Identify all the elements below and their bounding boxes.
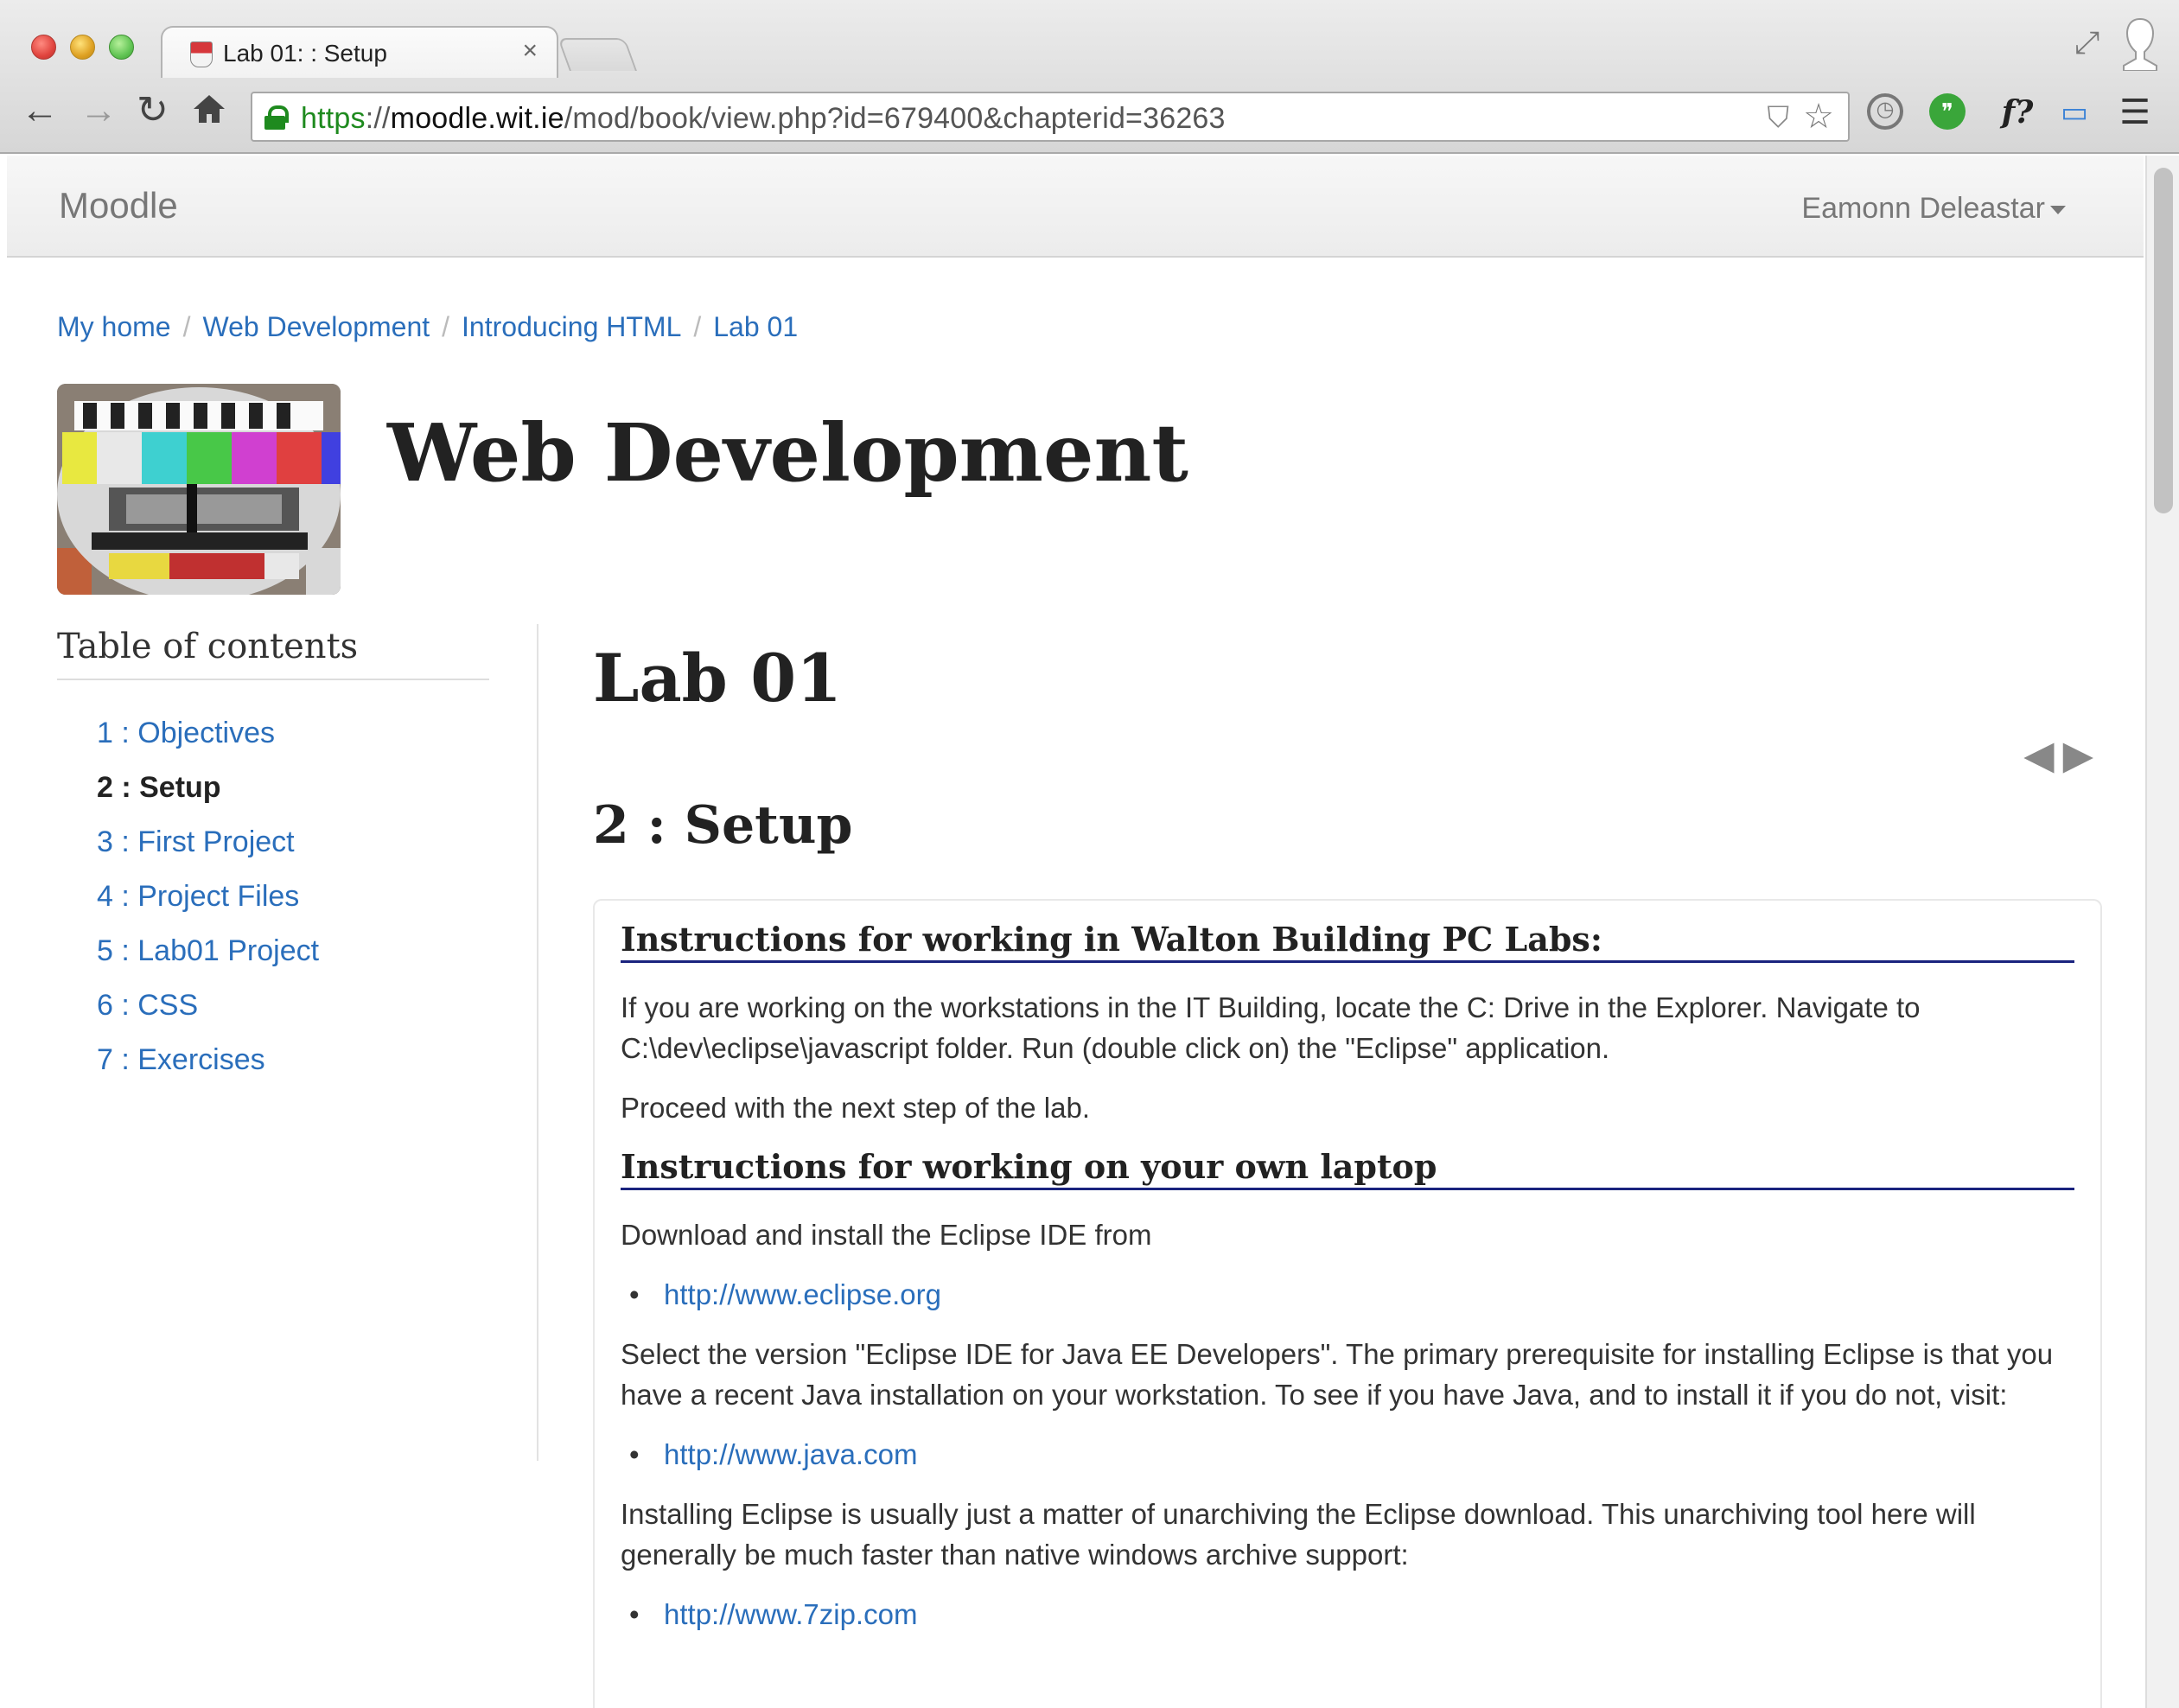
list-item: http://www.java.com — [621, 1434, 2074, 1475]
moodle-brand-link[interactable]: Moodle — [59, 185, 178, 226]
section-heading-laptop: Instructions for working on your own lap… — [621, 1147, 2074, 1190]
paragraph: Select the version "Eclipse IDE for Java… — [621, 1338, 2054, 1411]
toc-link-css[interactable]: 6 : CSS — [97, 989, 198, 1022]
minimize-window-button[interactable] — [70, 35, 95, 60]
table-of-contents-block: Table of contents 1 : Objectives 2 : Set… — [57, 627, 489, 1461]
breadcrumb-web-development[interactable]: Web Development — [202, 311, 430, 342]
next-chapter-arrow-icon[interactable]: ▶ — [2063, 732, 2102, 777]
browser-chrome: Lab 01: : Setup × ⤢ ← → ↻ https://moodle… — [0, 0, 2179, 154]
toc-link-objectives[interactable]: 1 : Objectives — [97, 717, 275, 749]
profile-avatar-icon[interactable] — [2117, 16, 2163, 71]
breadcrumb-introducing-html[interactable]: Introducing HTML — [462, 311, 681, 342]
user-menu-toggle[interactable]: Eamonn Deleastar — [1801, 192, 2066, 226]
breadcrumb-lab-01[interactable]: Lab 01 — [713, 311, 798, 342]
toc-link-lab01-project[interactable]: 5 : Lab01 Project — [97, 934, 319, 967]
paragraph: Download and install the Eclipse IDE fro… — [621, 1219, 1152, 1251]
cast-extension-icon[interactable]: ▭ — [2055, 93, 2093, 131]
zoom-window-button[interactable] — [109, 35, 134, 60]
chrome-menu-icon[interactable]: ☰ — [2116, 93, 2154, 131]
paragraph: If you are working on the workstations i… — [621, 991, 1921, 1064]
breadcrumb-separator: / — [442, 311, 450, 342]
caret-down-icon — [2050, 206, 2066, 215]
fullscreen-toggle-icon[interactable]: ⤢ — [2074, 24, 2099, 61]
reload-icon[interactable]: ↻ — [137, 92, 169, 130]
forward-arrow-icon[interactable]: → — [80, 92, 118, 130]
toc-item[interactable]: 7 : Exercises — [97, 1040, 489, 1094]
sidebar-divider — [537, 624, 538, 1461]
list-item: http://www.7zip.com — [621, 1594, 2074, 1635]
breadcrumb: My home / Web Development / Introducing HTML… — [57, 311, 798, 343]
toc-item[interactable]: 5 : Lab01 Project — [97, 931, 489, 985]
course-title: Web Development — [387, 406, 1188, 500]
shield-icon[interactable]: ⛉ — [1768, 101, 1790, 135]
clock-extension-icon[interactable]: ◷ — [1867, 93, 1903, 130]
link-7zip[interactable]: http://www.7zip.com — [664, 1598, 917, 1630]
paragraph: Installing Eclipse is usually just a mat… — [621, 1498, 1976, 1571]
breadcrumb-separator: / — [182, 311, 191, 342]
chapter-content-box: Instructions for working in Walton Build… — [593, 899, 2102, 1708]
bookmark-star-icon[interactable]: ☆ — [1803, 97, 1834, 137]
toc-link-exercises[interactable]: 7 : Exercises — [97, 1043, 265, 1076]
url-text[interactable]: https://moodle.wit.ie/mod/book/view.php?… — [301, 102, 1226, 136]
toc-list: 1 : Objectives 2 : Setup 3 : First Proje… — [57, 713, 489, 1094]
list-item: http://www.eclipse.org — [621, 1274, 2074, 1315]
toc-item[interactable]: 1 : Objectives — [97, 713, 489, 768]
page-scrollbar[interactable] — [2145, 156, 2179, 1708]
address-bar[interactable]: https://moodle.wit.ie/mod/book/view.php?… — [251, 92, 1850, 142]
link-java[interactable]: http://www.java.com — [664, 1438, 917, 1470]
top-navbar: Moodle Eamonn Deleastar — [7, 156, 2144, 258]
chapter-title: Lab 01 — [593, 640, 843, 717]
link-list: http://www.java.com — [621, 1434, 2074, 1475]
chapter-navigation: ◀▶ — [2023, 731, 2102, 778]
user-name: Eamonn Deleastar — [1801, 192, 2045, 225]
new-tab-button[interactable] — [557, 38, 637, 71]
section-heading-lab: Instructions for working in Walton Build… — [621, 920, 2074, 963]
previous-chapter-arrow-icon[interactable]: ◀ — [2023, 732, 2062, 777]
link-list: http://www.eclipse.org — [621, 1274, 2074, 1315]
toc-link-project-files[interactable]: 4 : Project Files — [97, 880, 299, 913]
tab-close-icon[interactable]: × — [522, 36, 538, 66]
home-icon[interactable] — [192, 92, 226, 126]
moodle-page: Moodle Eamonn Deleastar My home / Web Deve… — [7, 156, 2144, 1708]
paragraph: Proceed with the next step of the lab. — [621, 1092, 1091, 1124]
book-main-content: Lab 01 ◀▶ 2 : Setup Instructions for wor… — [593, 640, 2102, 1708]
browser-tab-active[interactable]: Lab 01: : Setup × — [161, 26, 558, 78]
toc-item[interactable]: 3 : First Project — [97, 822, 489, 876]
toc-item[interactable]: 6 : CSS — [97, 985, 489, 1040]
close-window-button[interactable] — [31, 35, 56, 60]
breadcrumb-separator: / — [693, 311, 702, 342]
toc-title: Table of contents — [57, 627, 489, 680]
link-eclipse[interactable]: http://www.eclipse.org — [664, 1278, 941, 1310]
secure-lock-icon — [264, 105, 289, 130]
toc-item[interactable]: 4 : Project Files — [97, 876, 489, 931]
subchapter-title: 2 : Setup — [593, 795, 853, 856]
toc-link-first-project[interactable]: 3 : First Project — [97, 825, 295, 858]
course-image-test-card — [57, 384, 341, 595]
wit-favicon-icon — [190, 41, 213, 67]
font-identifier-extension-icon[interactable]: f? — [1991, 93, 2043, 131]
toc-current-setup: 2 : Setup — [97, 771, 221, 804]
back-arrow-icon[interactable]: ← — [21, 92, 59, 130]
scrollbar-thumb[interactable] — [2154, 168, 2173, 513]
toc-item: 2 : Setup — [97, 768, 489, 822]
link-list: http://www.7zip.com — [621, 1594, 2074, 1635]
tab-title: Lab 01: : Setup — [223, 40, 387, 67]
hangouts-extension-icon[interactable]: ❞ — [1929, 93, 1966, 130]
breadcrumb-my-home[interactable]: My home — [57, 311, 171, 342]
